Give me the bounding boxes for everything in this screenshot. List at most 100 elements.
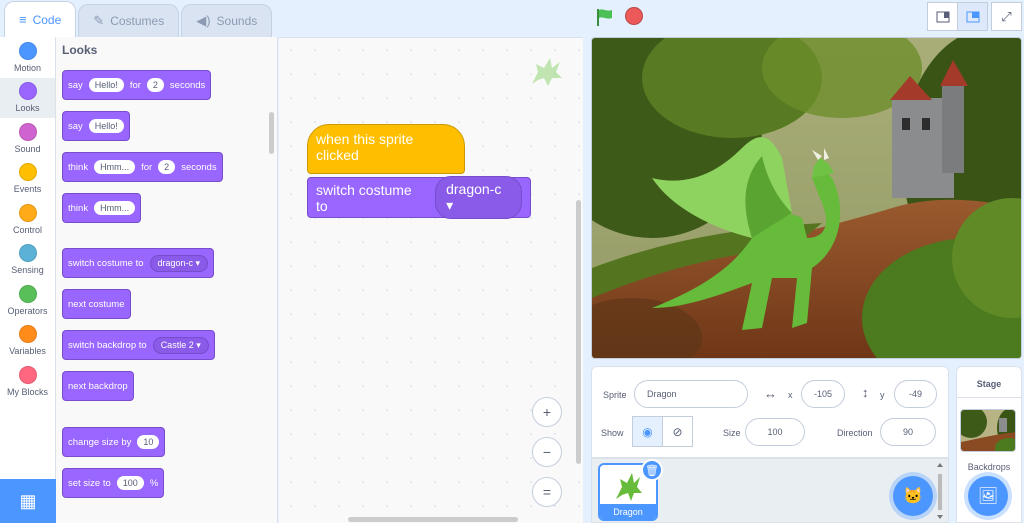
switch-costume-block[interactable]: switch costume to dragon-c ▾ xyxy=(307,176,531,219)
eye-icon: ◉ xyxy=(642,424,653,439)
looks-dot-icon xyxy=(18,82,37,101)
show-visible-button[interactable]: ◉ xyxy=(632,416,663,447)
large-stage-button[interactable] xyxy=(957,2,988,31)
block-change-size[interactable]: change size by 10 xyxy=(62,427,166,457)
extension-icon: ▦ xyxy=(19,490,37,511)
cat-plus-icon: 🐱 xyxy=(903,488,923,505)
add-extension-button[interactable]: ▦ xyxy=(0,479,56,523)
operators-dot-icon xyxy=(18,284,37,303)
say-message-input[interactable]: Hello! xyxy=(88,119,124,133)
script-vertical-scrollbar[interactable] xyxy=(576,200,581,464)
backdrops-label: Backdrops xyxy=(967,462,1011,472)
block-say[interactable]: say Hello! xyxy=(62,111,130,141)
direction-field[interactable]: 90 xyxy=(880,418,936,446)
tab-sounds[interactable]: ◀) Sounds xyxy=(181,4,273,37)
costume-dropdown[interactable]: dragon-c ▾ xyxy=(435,176,522,219)
palette-scrollbar[interactable] xyxy=(269,112,274,154)
sprite-label: Sprite xyxy=(603,390,627,400)
sensing-dot-icon xyxy=(18,244,37,263)
stage-backdrop-thumbnail[interactable] xyxy=(960,409,1016,452)
fullscreen-button[interactable]: ⤢ xyxy=(991,2,1022,31)
green-flag-icon[interactable] xyxy=(595,7,615,27)
category-my-blocks[interactable]: My Blocks xyxy=(0,361,55,402)
set-size-input[interactable]: 100 xyxy=(116,476,144,490)
think-message-input[interactable]: Hmm... xyxy=(94,160,136,174)
show-hidden-button[interactable]: ⊘ xyxy=(662,416,693,447)
zoom-reset-button[interactable]: = xyxy=(532,477,562,507)
fullscreen-icon: ⤢ xyxy=(1001,8,1012,24)
editor-tabs: ≡ Code ✎ Costumes ◀) Sounds xyxy=(0,0,274,37)
variables-dot-icon xyxy=(18,325,37,344)
brush-icon: ✎ xyxy=(93,13,105,28)
image-plus-icon: 🖼 xyxy=(977,488,999,505)
when-sprite-clicked-block[interactable]: when this sprite clicked xyxy=(307,124,465,174)
trash-icon: 🗑 xyxy=(645,464,659,477)
block-say-for-secs[interactable]: say Hello! for 2 seconds xyxy=(62,70,212,100)
category-looks[interactable]: Looks xyxy=(0,77,55,118)
block-next-costume[interactable]: next costume xyxy=(62,289,131,319)
events-dot-icon xyxy=(18,163,37,182)
x-arrows-icon: ↔ xyxy=(764,386,777,401)
zoom-reset-icon: = xyxy=(542,484,552,500)
think-secs-input[interactable]: 2 xyxy=(158,160,176,174)
sound-dot-icon xyxy=(18,122,37,141)
choose-sprite-button[interactable]: 🐱 xyxy=(893,476,933,516)
say-message-input[interactable]: Hello! xyxy=(88,78,124,92)
y-label: y xyxy=(880,390,885,400)
direction-label: Direction xyxy=(837,428,873,438)
block-next-backdrop[interactable]: next backdrop xyxy=(62,371,134,401)
category-variables[interactable]: Variables xyxy=(0,321,55,362)
show-label: Show xyxy=(601,428,624,438)
change-size-input[interactable]: 10 xyxy=(137,435,160,449)
costume-dropdown[interactable]: dragon-c ▾ xyxy=(149,254,209,272)
backdrop-dropdown[interactable]: Castle 2 ▾ xyxy=(152,336,209,354)
tab-code[interactable]: ≡ Code xyxy=(4,1,77,37)
sprite-thumbnail-name: Dragon xyxy=(600,504,656,519)
tab-costumes[interactable]: ✎ Costumes xyxy=(78,4,180,37)
category-control[interactable]: Control xyxy=(0,199,55,240)
control-dot-icon xyxy=(18,203,37,222)
category-events[interactable]: Events xyxy=(0,159,55,200)
stage[interactable] xyxy=(591,37,1022,359)
block-palette: Looks say Hello! for 2 seconds say Hello… xyxy=(56,37,278,523)
think-message-input[interactable]: Hmm... xyxy=(94,201,136,215)
sprite-name-field[interactable]: Dragon xyxy=(634,380,748,408)
stage-canvas xyxy=(592,38,1021,358)
zoom-in-icon: + xyxy=(542,404,552,420)
category-sound[interactable]: Sound xyxy=(0,118,55,159)
y-arrows-icon: ↕ xyxy=(862,385,869,400)
zoom-out-icon: − xyxy=(542,444,552,460)
stage-panel-title: Stage xyxy=(956,370,1022,398)
sprite-list-scrollbar[interactable] xyxy=(936,462,944,520)
backdrop-thumbnail-image xyxy=(961,410,1015,451)
block-set-size[interactable]: set size to 100 % xyxy=(62,468,165,498)
delete-sprite-button[interactable]: 🗑 xyxy=(641,459,663,481)
dragon-watermark-icon xyxy=(532,58,562,86)
category-sensing[interactable]: Sensing xyxy=(0,240,55,281)
code-icon: ≡ xyxy=(19,12,27,27)
large-stage-icon xyxy=(966,11,979,22)
category-motion[interactable]: Motion xyxy=(0,37,55,78)
eye-slash-icon: ⊘ xyxy=(672,424,683,439)
category-operators[interactable]: Operators xyxy=(0,280,55,321)
x-field[interactable]: -105 xyxy=(801,380,845,408)
size-field[interactable]: 100 xyxy=(745,418,805,446)
small-stage-icon xyxy=(936,11,949,22)
y-field[interactable]: -49 xyxy=(894,380,937,408)
block-switch-costume[interactable]: switch costume to dragon-c ▾ xyxy=(62,248,215,278)
say-secs-input[interactable]: 2 xyxy=(146,78,164,92)
block-think-for-secs[interactable]: think Hmm... for 2 seconds xyxy=(62,152,223,182)
motion-dot-icon xyxy=(18,41,37,60)
block-think[interactable]: think Hmm... xyxy=(62,193,142,223)
zoom-out-button[interactable]: − xyxy=(532,437,562,467)
size-label: Size xyxy=(723,428,741,438)
x-label: x xyxy=(788,390,793,400)
my-blocks-dot-icon xyxy=(18,365,37,384)
script-horizontal-scrollbar[interactable] xyxy=(348,517,518,522)
block-switch-backdrop[interactable]: switch backdrop to Castle 2 ▾ xyxy=(62,330,215,360)
speaker-icon: ◀) xyxy=(196,13,211,28)
small-stage-button[interactable] xyxy=(927,2,958,31)
zoom-in-button[interactable]: + xyxy=(532,397,562,427)
choose-backdrop-button[interactable]: 🖼 xyxy=(968,476,1008,516)
stop-icon[interactable] xyxy=(625,7,643,25)
